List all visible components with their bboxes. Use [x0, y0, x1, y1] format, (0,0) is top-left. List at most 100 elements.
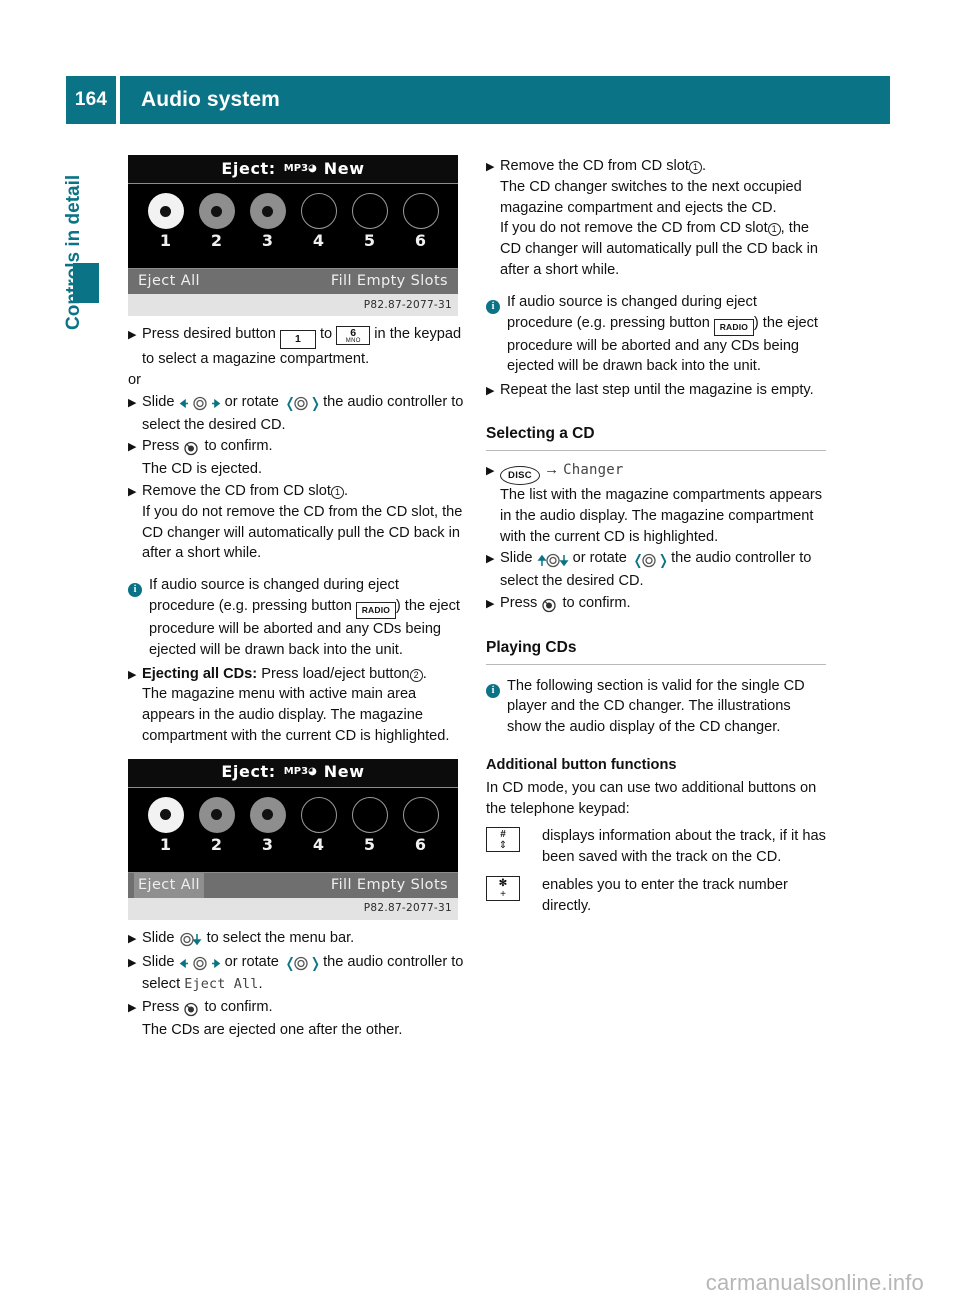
section-heading-playing-cds: Playing CDs [486, 638, 826, 665]
mp3-icon: MP3◕ [283, 162, 317, 174]
left-column: Eject: MP3◕ New 1 2 3 4 5 6 Eject All Fi… [128, 155, 468, 1041]
disc-slot-4: 4 [297, 193, 341, 252]
info-icon: i [486, 292, 507, 377]
keypad-star-description: enables you to enter the track number di… [542, 876, 788, 914]
radio-button-key: RADIO [355, 601, 396, 619]
step-text-pre: Slide [500, 550, 533, 567]
disc-slot-6: 6 [399, 796, 443, 856]
step-ejecting-all-cds: ▶ Ejecting all CDs: Press load/eject but… [128, 664, 468, 747]
step-text-mid: or rotate [224, 953, 279, 970]
step-bullet-icon: ▶ [486, 553, 495, 566]
step-text: DISC → Changer The list with the magazin… [500, 460, 826, 547]
manual-page: 1 6 4 Audio system Controls in detail Ejec… [0, 0, 960, 1302]
step-bullet-icon: ▶ [486, 464, 495, 477]
figure-2-screen: Eject: MP3◕ New 1 2 3 4 5 6 Eject All Fi… [128, 758, 458, 898]
figure-1-title-prefix: Eject: [221, 158, 276, 178]
step-text-post: to select the menu bar. [206, 929, 355, 946]
info-icon: i [486, 676, 507, 738]
step-text-pre: Press desired button [142, 326, 276, 342]
step-bullet-icon: ▶ [128, 485, 137, 498]
figure-1-menu-bar: Eject All Fill Empty Slots [128, 268, 458, 294]
step-text-post: to confirm. [562, 594, 631, 611]
menu-target-changer: Changer [563, 461, 624, 478]
page-title: Audio system [120, 76, 890, 124]
disc-slot-number: 5 [363, 834, 376, 854]
step-bullet-icon: ▶ [128, 932, 137, 945]
note-text: The following section is valid for the s… [507, 677, 805, 736]
disc-slot-number: 3 [261, 834, 274, 854]
step-text-post: to confirm. [204, 999, 273, 1016]
step-result-text: The CDs are ejected one after the other. [142, 1021, 403, 1038]
step-text-post: . [343, 482, 349, 499]
step-text-pre: Press [142, 999, 180, 1016]
step-press-to-confirm-right: ▶ Press to confirm. [486, 593, 826, 616]
step-text: Slide or rotate ❬❭ the audio controller … [142, 392, 468, 436]
step-bullet-icon: ▶ [128, 396, 137, 409]
step-label-bold: Ejecting all CDs: [142, 665, 258, 682]
step-text: Remove the CD from CD slot 1. If you do n… [142, 481, 468, 564]
disc-icon [198, 193, 235, 229]
step-text-post: to confirm. [204, 438, 273, 455]
note-eject-aborted-right: i If audio source is changed during ejec… [486, 292, 826, 377]
additional-intro-text: In CD mode, you can use two additional b… [486, 779, 817, 817]
step-bullet-icon: ▶ [128, 956, 137, 969]
step-text: Slide or rotate ❬❭ the audio controller … [500, 548, 826, 592]
figure-2-caption: P82.87-2077-31 [128, 897, 458, 920]
step-repeat-until-empty: ▶ Repeat the last step until the magazin… [486, 380, 826, 402]
svg-text:❭: ❭ [309, 396, 319, 411]
rotate-controller-icon: ❬❭ [283, 954, 322, 975]
right-column: ▶ Remove the CD from CD slot 1. The CD ch… [486, 155, 826, 917]
callout-number-1: 1 [688, 161, 702, 174]
slide-left-right-icon [179, 954, 221, 975]
disc-slot-number: 4 [312, 231, 325, 250]
step-bullet-icon: ▶ [128, 329, 137, 341]
figure-2-menu-bar: Eject All Fill Empty Slots [128, 871, 458, 898]
figure-1-fill-empty-slots-item: Fill Empty Slots [330, 273, 448, 290]
disc-slot-1: 1 [144, 796, 188, 856]
disc-icon-empty [402, 193, 439, 229]
figure-2-fill-empty-slots-item: Fill Empty Slots [330, 876, 448, 893]
figure-1-eject-all-item: Eject All [138, 273, 200, 290]
disc-icon-empty [402, 796, 439, 833]
disc-icon-empty [300, 796, 337, 833]
keypad-star-key-cell: ✻ + [486, 875, 542, 917]
step-text-pre: Remove the CD from CD slot [142, 482, 331, 499]
step-remove-cd: ▶ Remove the CD from CD slot 1. If you do… [128, 481, 468, 564]
disc-slot-2: 2 [195, 796, 239, 856]
chapter-tab-label: Controls in detail [63, 174, 84, 330]
alternative-or-label: or [128, 371, 141, 388]
step-result-text: The CD is ejected. [142, 461, 263, 478]
step-detail-text: The list with the magazine compartments … [500, 486, 823, 545]
step-text: Slide to select the menu bar. [142, 928, 468, 951]
figure-1-caption: P82.87-2077-31 [128, 294, 458, 316]
press-controller-icon [541, 595, 558, 616]
press-controller-icon [183, 999, 200, 1020]
disc-slot-number: 1 [159, 231, 172, 250]
keypad-1-button: 1 [279, 330, 316, 349]
menu-target-eject-all: Eject All [184, 977, 259, 993]
step-detail-text-1: The CD changer switches to the next occu… [500, 178, 802, 216]
step-select-eject-all: ▶ Slide or rotate ❬❭ the audio controlle… [128, 952, 468, 997]
figure-1-title-suffix: New [323, 158, 365, 178]
disc-icon [249, 193, 286, 229]
callout-number-2: 2 [409, 668, 423, 682]
disc-slot-number: 5 [363, 231, 376, 250]
step-press-keypad-button: ▶ Press desired button 1 to 6 MNO in the … [128, 324, 468, 370]
step-detail-text: The magazine menu with active main area … [142, 686, 450, 744]
rotate-controller-icon: ❬❭ [631, 550, 670, 571]
svg-text:❭: ❭ [309, 956, 319, 971]
step-text: Press to confirm. The CDs are ejected on… [142, 997, 468, 1041]
disc-slot-number: 4 [312, 834, 325, 854]
step-text-pre: Press [142, 438, 180, 455]
figure-2-title: Eject: MP3◕ New [128, 758, 458, 788]
step-detail-text-2: If you do not remove the CD from CD slot… [500, 218, 826, 280]
disc-slot-5: 5 [348, 193, 392, 252]
keypad-6-button: 6 MNO [336, 326, 371, 345]
disc-icon [147, 796, 184, 833]
step-text-post: . [701, 158, 707, 174]
disc-slot-3: 3 [246, 193, 290, 252]
keypad-hash-key-cell: # ⇕ [486, 826, 542, 868]
disc-icon [198, 796, 235, 833]
step-bullet-icon: ▶ [486, 161, 495, 173]
step-remove-cd-right: ▶ Remove the CD from CD slot 1. The CD ch… [486, 156, 826, 281]
